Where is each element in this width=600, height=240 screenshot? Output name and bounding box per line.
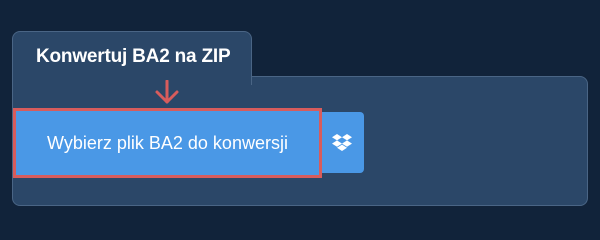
converter-tab: Konwertuj BA2 na ZIP <box>12 31 252 85</box>
tab-title: Konwertuj BA2 na ZIP <box>36 46 231 67</box>
dropbox-button[interactable] <box>319 112 364 173</box>
highlight-frame <box>13 108 322 178</box>
dropbox-icon <box>331 133 352 151</box>
arrow-down-icon <box>155 80 179 104</box>
